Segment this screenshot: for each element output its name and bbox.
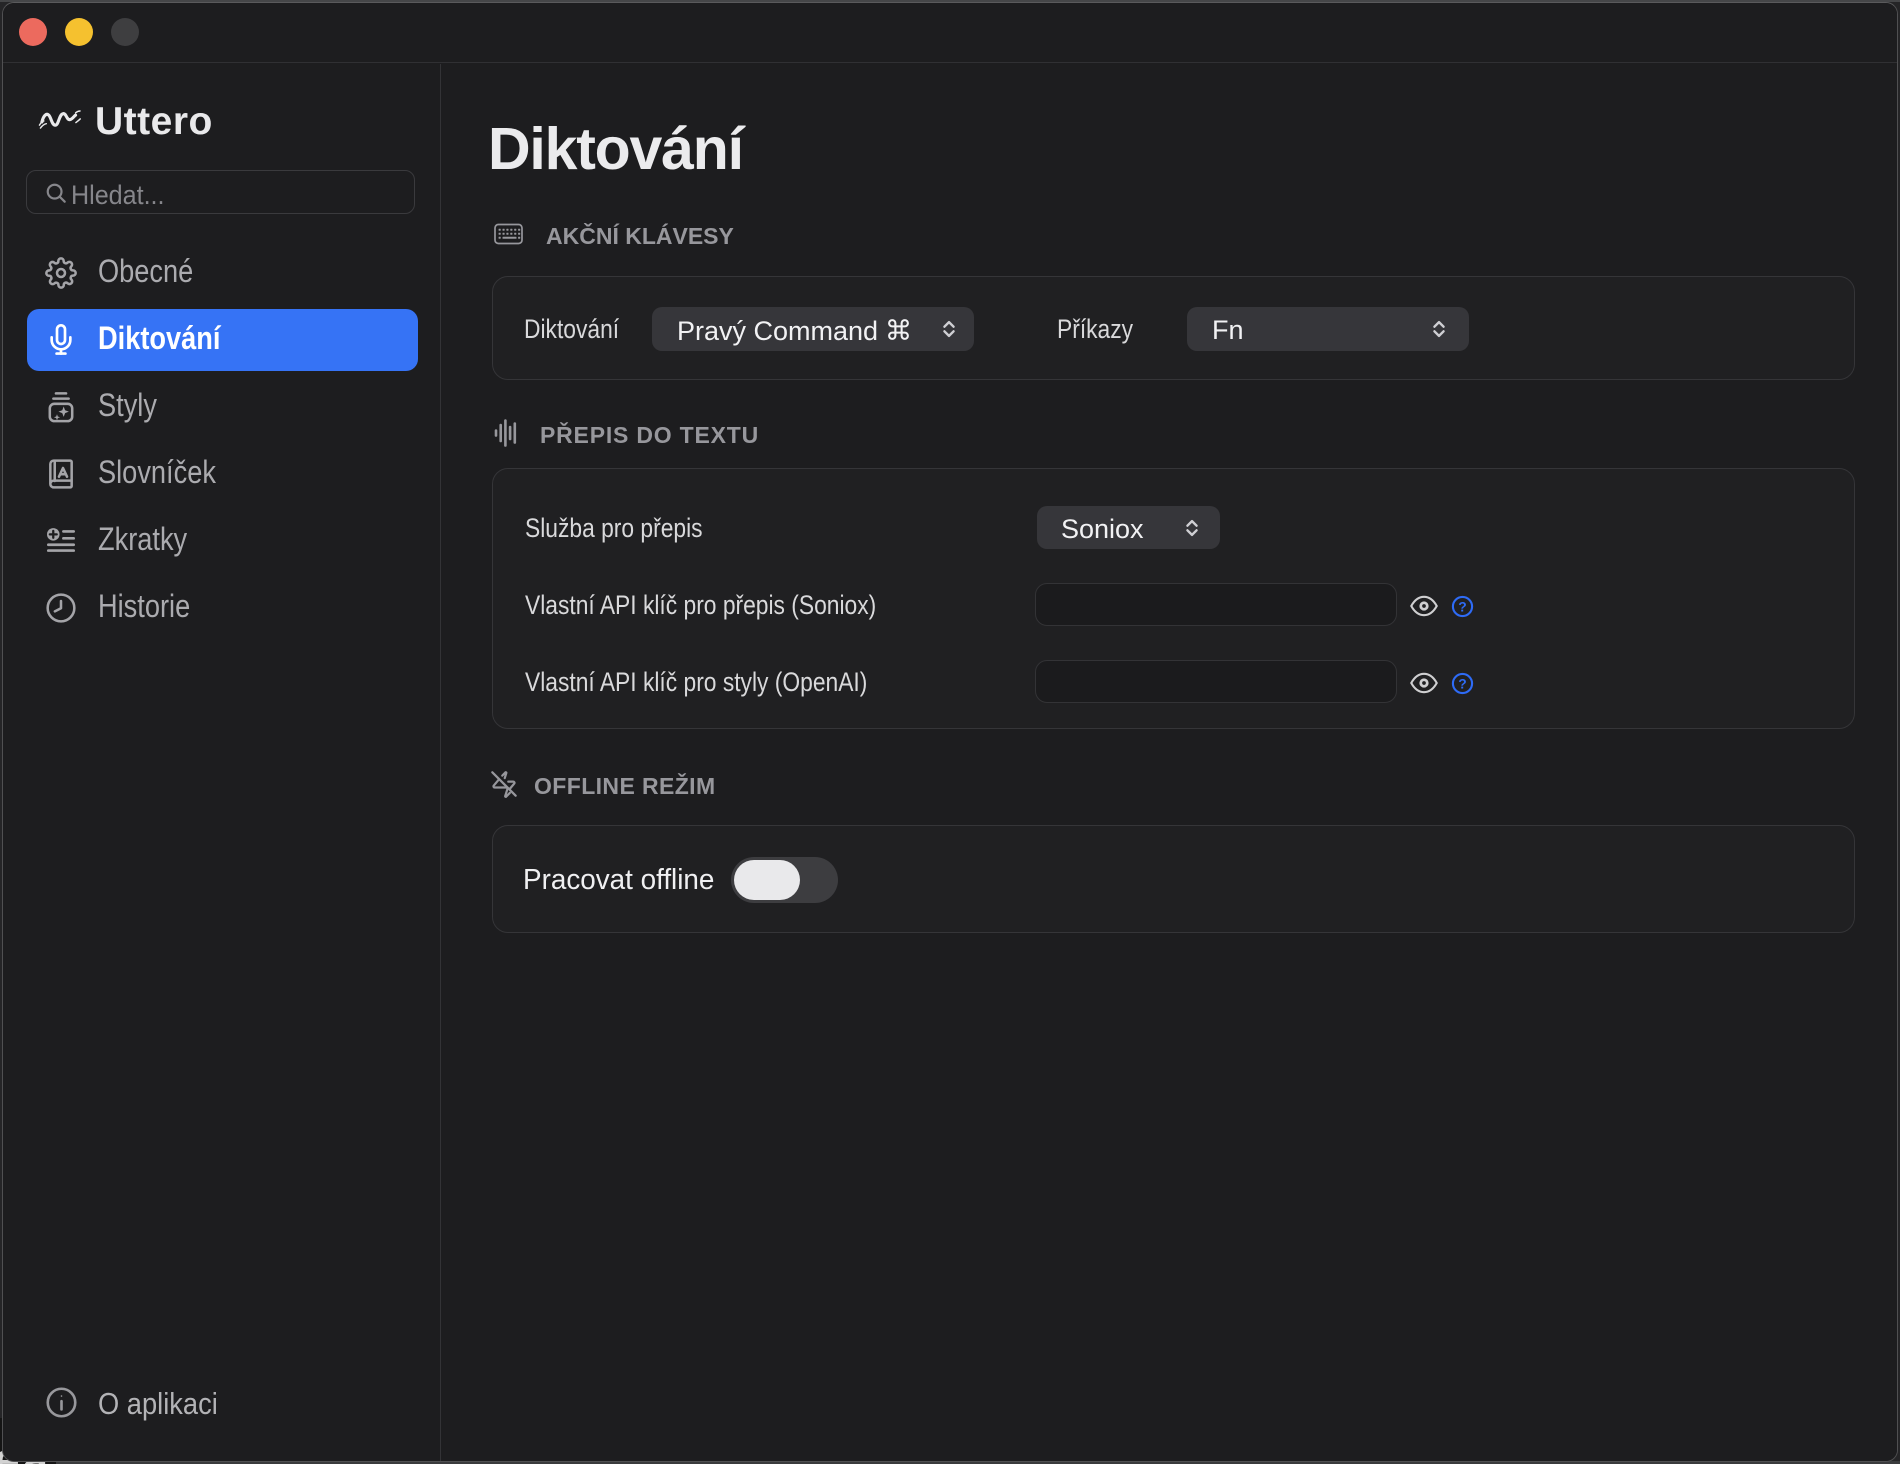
svg-text:?: ? <box>1458 675 1466 691</box>
svg-text:?: ? <box>1458 598 1466 614</box>
